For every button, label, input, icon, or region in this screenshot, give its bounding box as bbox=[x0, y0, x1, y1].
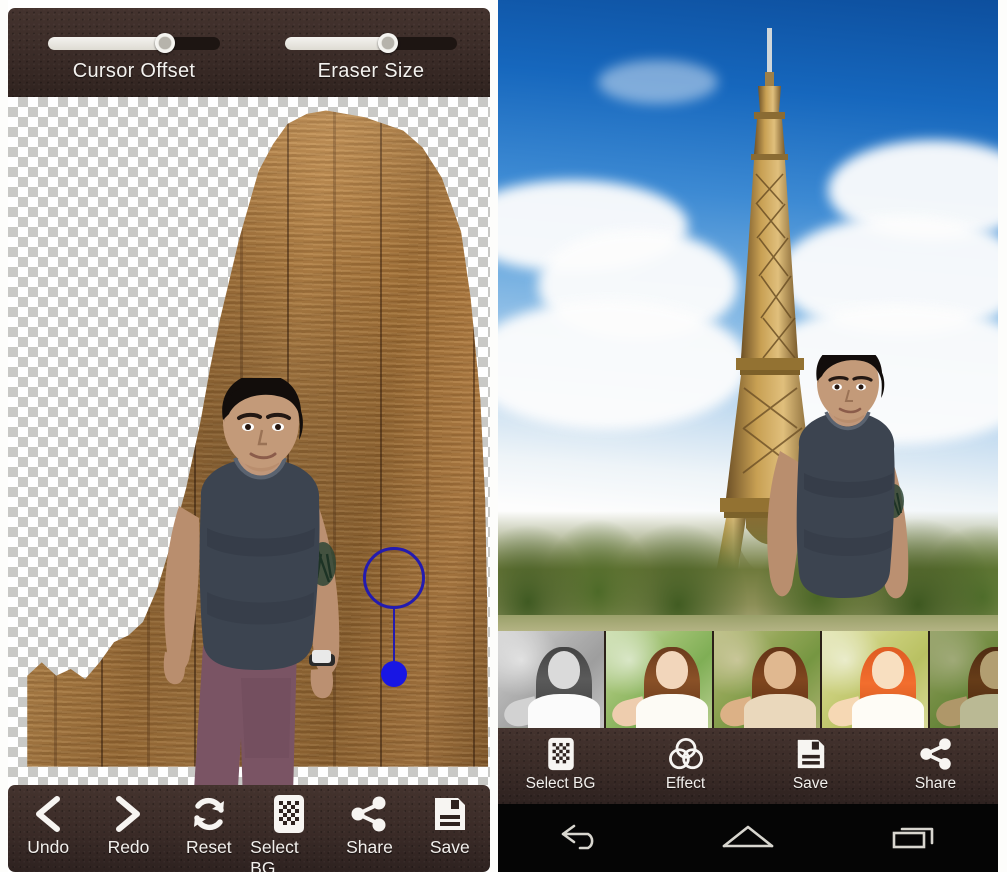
share-icon bbox=[350, 793, 388, 835]
eraser-size-fill bbox=[285, 37, 389, 50]
filter-thumb-grayscale[interactable] bbox=[498, 631, 604, 728]
eraser-cursor-ring bbox=[363, 547, 425, 609]
select-bg-label: Select BG bbox=[250, 837, 299, 872]
thumb-dress bbox=[636, 694, 708, 728]
cloud bbox=[598, 60, 718, 104]
floppy-disk-icon bbox=[433, 793, 467, 835]
cursor-offset-thumb[interactable] bbox=[154, 33, 175, 53]
thumb-face bbox=[656, 651, 688, 689]
reset-button[interactable]: Reset bbox=[170, 793, 248, 858]
eraser-editor-panel: Cursor Offset Eraser Size Undo Redo Rese… bbox=[8, 0, 490, 872]
preview-bottom-toolbar: Select BG Effect Save Share bbox=[498, 728, 998, 804]
android-navigation-bar bbox=[498, 804, 998, 872]
share-label: Share bbox=[346, 837, 393, 857]
back-arrow-icon bbox=[558, 822, 604, 855]
editor-bottom-toolbar: Undo Redo Reset Select BG Share Save bbox=[8, 785, 490, 872]
eiffel-tower-background bbox=[498, 0, 998, 641]
eraser-size-thumb[interactable] bbox=[378, 33, 399, 53]
chevron-left-icon bbox=[31, 793, 65, 835]
preview-select-bg-label: Select BG bbox=[525, 775, 596, 792]
subject-cutout-left bbox=[141, 373, 379, 785]
editor-top-toolbar: Cursor Offset Eraser Size bbox=[8, 8, 490, 97]
subject-cutout-right bbox=[754, 343, 934, 641]
preview-save-label: Save bbox=[792, 775, 829, 792]
nav-back-button[interactable] bbox=[536, 822, 626, 855]
thumb-tint-grayscale-2 bbox=[498, 631, 604, 728]
share-button[interactable]: Share bbox=[330, 793, 408, 858]
preview-share-button[interactable]: Share bbox=[886, 734, 986, 793]
effect-button[interactable]: Effect bbox=[636, 734, 736, 793]
edit-canvas[interactable] bbox=[8, 97, 490, 785]
recents-icon bbox=[890, 821, 940, 856]
screenshot-root: Cursor Offset Eraser Size Undo Redo Rese… bbox=[0, 0, 1007, 872]
undo-label: Undo bbox=[27, 837, 70, 857]
thumb-tint-olive bbox=[930, 631, 998, 728]
chevron-right-icon bbox=[111, 793, 145, 835]
filter-thumb-original[interactable] bbox=[606, 631, 712, 728]
eraser-cursor-stem bbox=[393, 609, 395, 665]
save-label: Save bbox=[429, 837, 470, 857]
checkerboard-icon bbox=[273, 793, 305, 835]
filter-thumb-olive[interactable] bbox=[930, 631, 998, 728]
filter-thumb-orange[interactable] bbox=[822, 631, 928, 728]
select-bg-button[interactable]: Select BG bbox=[250, 793, 328, 872]
share-icon bbox=[919, 734, 953, 774]
redo-label: Redo bbox=[107, 837, 150, 857]
preview-panel: Select BG Effect Save Share bbox=[498, 0, 998, 872]
reset-label: Reset bbox=[185, 837, 232, 857]
eraser-size-slider[interactable] bbox=[285, 33, 457, 53]
cursor-offset-fill bbox=[48, 37, 165, 50]
filter-thumb-warm[interactable] bbox=[714, 631, 820, 728]
cursor-offset-label: Cursor Offset bbox=[72, 60, 196, 82]
preview-share-label: Share bbox=[914, 775, 957, 792]
home-icon bbox=[720, 822, 776, 855]
eraser-cursor[interactable] bbox=[363, 547, 433, 697]
preview-save-button[interactable]: Save bbox=[761, 734, 861, 793]
effect-label: Effect bbox=[665, 775, 706, 792]
filter-thumbnail-strip[interactable] bbox=[498, 631, 998, 728]
nav-recents-button[interactable] bbox=[870, 821, 960, 856]
save-button[interactable]: Save bbox=[411, 793, 489, 858]
preview-select-bg-button[interactable]: Select BG bbox=[511, 734, 611, 793]
undo-button[interactable]: Undo bbox=[9, 793, 87, 858]
thumb-tint-warm bbox=[714, 631, 820, 728]
eraser-size-label: Eraser Size bbox=[317, 60, 425, 82]
thumb-tint-orange bbox=[822, 631, 928, 728]
venn-circles-icon bbox=[668, 734, 703, 774]
checkerboard-icon bbox=[547, 734, 575, 774]
floppy-disk-icon bbox=[796, 734, 826, 774]
redo-button[interactable]: Redo bbox=[89, 793, 167, 858]
cursor-offset-slider[interactable] bbox=[48, 33, 220, 53]
refresh-icon bbox=[190, 793, 228, 835]
nav-home-button[interactable] bbox=[703, 822, 793, 855]
eraser-cursor-dot[interactable] bbox=[381, 661, 407, 687]
